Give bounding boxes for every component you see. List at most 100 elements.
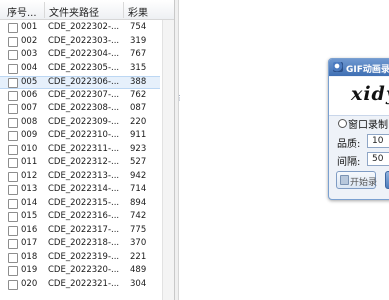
row-index: 010 [21,143,38,154]
table-row[interactable]: 001 CDE_2022302-... 754 [0,22,160,35]
row-checkbox[interactable] [8,158,18,168]
row-checkbox[interactable] [8,252,18,263]
file-list: 序号... 文件夹路径 彩果 001 CDE_2022302-... 754 002 C… [0,0,175,300]
row-checkbox[interactable] [8,144,18,155]
row-path: CDE_2022316-... [48,211,120,221]
logo-text: xidy [351,83,389,105]
row-checkbox[interactable] [8,50,18,60]
table-row[interactable]: 005 CDE_2022306-... 388 [0,76,160,89]
row-path: CDE_2022313-... [48,170,120,181]
column-header-index[interactable]: 序号... [7,4,37,19]
row-index: 007 [21,103,38,113]
row-checkbox[interactable] [8,239,18,249]
row-checkbox[interactable] [8,198,18,209]
window-titlebar[interactable]: GIF动画录 [329,59,389,76]
row-checkbox[interactable] [8,185,18,195]
row-checkbox[interactable] [8,90,18,101]
row-checkbox[interactable] [8,212,18,222]
quality-input[interactable]: 10 [367,134,389,148]
gif-recorder-window: GIF动画录 xidy 窗口录制 品质: 10 间隔: 50 开始录 [328,58,389,200]
row-path: CDE_2022319-... [48,251,120,262]
column-header-frames[interactable]: 彩果 [128,4,148,19]
row-path: CDE_2022304-... [48,49,120,59]
table-row[interactable]: 014 CDE_2022315-... 894 [0,198,160,211]
row-frames: 304 [130,278,147,289]
row-index: 016 [21,224,38,235]
row-index: 019 [21,265,38,275]
row-checkbox[interactable] [8,23,18,33]
row-frames: 221 [130,251,147,262]
row-path: CDE_2022306-... [48,77,120,87]
record-icon [340,175,349,185]
column-header-path[interactable]: 文件夹路径 [49,4,99,19]
interval-input[interactable]: 50 [367,152,389,166]
table-row[interactable]: 008 CDE_2022309-... 220 [0,117,160,130]
row-index: 008 [21,116,38,127]
table-row[interactable]: 015 CDE_2022316-... 742 [0,211,160,224]
row-frames: 923 [130,143,147,154]
row-index: 011 [21,157,38,167]
row-frames: 087 [130,103,147,113]
row-index: 020 [21,278,38,289]
app-icon [333,62,343,72]
splitter-grip-icon[interactable]: ⋮ [176,94,183,102]
row-index: 003 [21,49,38,59]
interval-label: 间隔: [337,157,361,168]
row-path: CDE_2022314-... [48,184,120,194]
column-divider[interactable] [123,2,124,18]
row-path: CDE_2022312-... [48,157,120,167]
row-frames: 742 [130,211,147,221]
table-row[interactable]: 016 CDE_2022317-... 775 [0,225,160,238]
row-frames: 775 [130,224,147,235]
row-checkbox[interactable] [8,117,18,128]
row-path: CDE_2022302-... [48,22,120,32]
row-path: CDE_2022303-... [48,35,120,46]
row-frames: 762 [130,89,147,100]
table-row[interactable]: 011 CDE_2022312-... 527 [0,157,160,170]
row-frames: 370 [130,238,147,248]
row-index: 006 [21,89,38,100]
row-checkbox[interactable] [8,131,18,141]
panel-splitter[interactable]: ⋮ [175,0,183,300]
row-frames: 942 [130,170,147,181]
vertical-scrollbar[interactable] [162,20,174,300]
column-divider[interactable] [44,2,45,18]
row-checkbox[interactable] [8,63,18,74]
window-title: GIF动画录 [346,65,389,75]
window-record-radio[interactable] [338,119,347,128]
table-row[interactable]: 007 CDE_2022308-... 087 [0,103,160,116]
row-path: CDE_2022320-... [48,265,120,275]
row-checkbox[interactable] [8,36,18,47]
row-path: CDE_2022318-... [48,238,120,248]
row-checkbox[interactable] [8,171,18,182]
table-row[interactable]: 009 CDE_2022310-... 911 [0,130,160,143]
table-row[interactable]: 012 CDE_2022313-... 942 [0,171,160,184]
row-frames: 319 [130,35,147,46]
row-index: 012 [21,170,38,181]
table-row[interactable]: 003 CDE_2022304-... 767 [0,49,160,62]
row-index: 018 [21,251,38,262]
row-checkbox[interactable] [8,279,18,290]
row-index: 017 [21,238,38,248]
row-checkbox[interactable] [8,266,18,276]
table-row[interactable]: 010 CDE_2022311-... 923 [0,144,160,157]
row-checkbox[interactable] [8,104,18,114]
secondary-action-button[interactable] [385,171,389,189]
table-row[interactable]: 019 CDE_2022320-... 489 [0,265,160,278]
row-checkbox[interactable] [8,225,18,236]
row-path: CDE_2022305-... [48,62,120,73]
row-index: 005 [21,77,38,87]
table-row[interactable]: 004 CDE_2022305-... 315 [0,63,160,76]
table-row[interactable]: 013 CDE_2022314-... 714 [0,184,160,197]
table-row[interactable]: 018 CDE_2022319-... 221 [0,252,160,265]
row-path: CDE_2022310-... [48,130,120,140]
row-frames: 714 [130,184,147,194]
table-row[interactable]: 020 CDE_2022321-... 304 [0,279,160,292]
row-frames: 767 [130,49,147,59]
table-row[interactable]: 002 CDE_2022303-... 319 [0,36,160,49]
row-path: CDE_2022311-... [48,143,120,154]
table-row[interactable]: 017 CDE_2022318-... 370 [0,238,160,251]
table-row[interactable]: 006 CDE_2022307-... 762 [0,90,160,103]
start-record-button[interactable]: 开始录 [336,171,377,189]
row-checkbox[interactable] [8,78,18,88]
